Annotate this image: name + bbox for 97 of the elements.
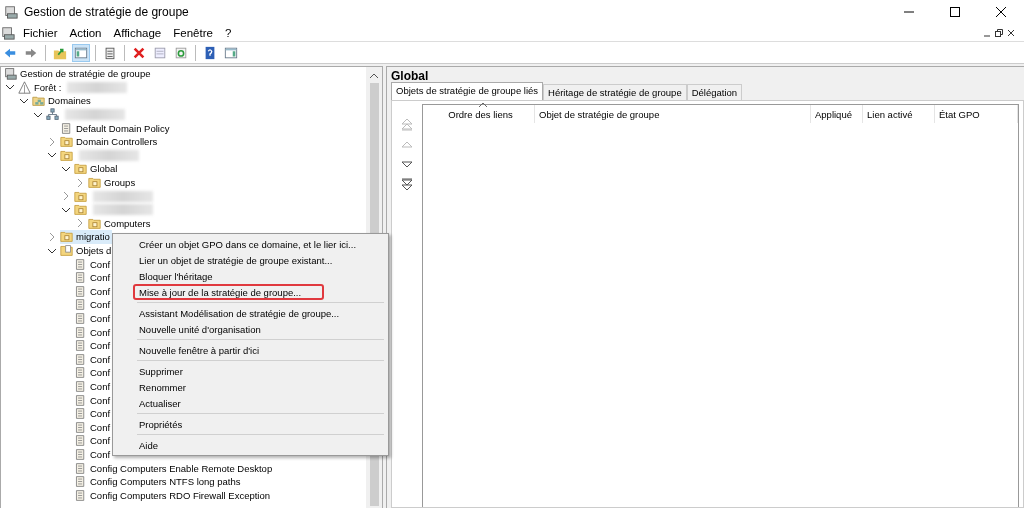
folder-document-icon bbox=[60, 244, 73, 257]
column-header[interactable]: État GPO bbox=[935, 105, 1018, 123]
tree-item[interactable]: migratio bbox=[60, 229, 112, 244]
tree-item[interactable]: Conf bbox=[74, 433, 113, 448]
tree-item[interactable]: Gestion de stratégie de groupe bbox=[4, 67, 153, 81]
tree-item[interactable]: Domaines bbox=[32, 94, 93, 108]
tree-item[interactable]: Conf bbox=[74, 420, 113, 435]
scroll-up-icon[interactable] bbox=[370, 72, 378, 78]
menu-item[interactable]: Aide bbox=[115, 437, 386, 453]
chevron-icon[interactable] bbox=[19, 96, 29, 106]
menu-item[interactable]: Affichage bbox=[107, 26, 168, 39]
menu-item[interactable]: Supprimer bbox=[115, 363, 386, 379]
menu-item[interactable]: Propriétés bbox=[115, 416, 386, 432]
tree-item[interactable]: Computers bbox=[88, 216, 153, 231]
tree-item[interactable]: Conf bbox=[74, 311, 113, 326]
document-icon bbox=[74, 257, 87, 271]
folder-icon bbox=[74, 203, 87, 217]
tree-item[interactable]: Default Domain Policy bbox=[60, 121, 172, 136]
document-icon bbox=[74, 352, 87, 366]
tree-item[interactable]: Config Computers RDO Firewall Exception bbox=[74, 488, 273, 503]
document-icon bbox=[74, 447, 87, 461]
column-header[interactable]: Lien activé bbox=[863, 105, 935, 123]
document-icon bbox=[74, 339, 87, 353]
document-icon bbox=[74, 488, 87, 502]
document-icon bbox=[74, 393, 87, 407]
folder-icon bbox=[88, 216, 101, 230]
network-icon bbox=[46, 108, 59, 122]
menu-item[interactable]: Nouvelle fenêtre à partir d'ici bbox=[115, 342, 386, 358]
folder-icon bbox=[60, 230, 73, 244]
menu-item[interactable]: Fichier bbox=[17, 26, 64, 39]
double-triangle-icon[interactable] bbox=[400, 178, 414, 192]
column-header[interactable]: Appliqué bbox=[811, 105, 863, 123]
column-header[interactable]: Ordre des liens bbox=[423, 105, 535, 123]
folder-icon bbox=[88, 176, 101, 190]
tree-item[interactable]: Conf bbox=[74, 338, 113, 353]
tree-item[interactable]: Config Computers Enable Remote Desktop bbox=[74, 461, 275, 475]
document-icon bbox=[74, 298, 87, 312]
tree-item[interactable]: Conf bbox=[74, 365, 113, 380]
tree-item[interactable]: Forêt : bbox=[18, 80, 130, 95]
menu-item[interactable]: Renommer bbox=[115, 379, 386, 395]
tree-item[interactable]: Conf bbox=[74, 325, 113, 340]
close-icon[interactable] bbox=[996, 7, 1006, 17]
folder-icon bbox=[74, 189, 87, 203]
tab[interactable]: Délégation bbox=[686, 84, 743, 100]
folder-network-icon bbox=[32, 94, 45, 108]
document-icon bbox=[74, 379, 87, 393]
tab[interactable]: Héritage de stratégie de groupe bbox=[543, 84, 687, 100]
document-icon bbox=[74, 284, 87, 298]
folder-icon bbox=[60, 135, 73, 149]
menu-item[interactable]: Nouvelle unité d'organisation bbox=[115, 321, 386, 337]
tree-item[interactable]: Conf bbox=[74, 447, 113, 462]
document-icon bbox=[74, 420, 87, 434]
tree-item[interactable]: Conf bbox=[74, 297, 113, 312]
app-icon bbox=[4, 5, 18, 19]
document-icon bbox=[74, 325, 87, 339]
tree-item[interactable]: Conf bbox=[74, 270, 113, 285]
close-icon[interactable] bbox=[1006, 27, 1016, 38]
tree-item[interactable]: Domain Controllers bbox=[60, 134, 160, 149]
document-icon bbox=[74, 271, 87, 285]
tree-item[interactable]: Conf bbox=[74, 257, 113, 272]
tree-item[interactable]: Config Computers NTFS long paths bbox=[74, 474, 243, 489]
document-icon bbox=[74, 366, 87, 380]
document-icon bbox=[74, 407, 87, 421]
tree-item[interactable]: Conf bbox=[74, 379, 113, 394]
tree-item[interactable]: Conf bbox=[74, 352, 113, 367]
menu-item[interactable]: Actualiser bbox=[115, 395, 386, 411]
menu-item[interactable]: ? bbox=[218, 26, 238, 39]
tree-item[interactable]: Conf bbox=[74, 393, 113, 408]
tree-item[interactable] bbox=[46, 107, 127, 122]
triangle-icon bbox=[18, 80, 31, 94]
menu-item[interactable]: Action bbox=[63, 26, 108, 39]
document-icon bbox=[74, 461, 87, 475]
tree-item[interactable]: Conf bbox=[74, 284, 113, 299]
menu-item[interactable]: Bloquer l'héritage bbox=[115, 268, 386, 284]
folder-icon bbox=[60, 148, 73, 162]
document-icon bbox=[74, 312, 87, 325]
tree-item[interactable]: Conf bbox=[74, 406, 113, 421]
tree-pane-icon[interactable] bbox=[72, 43, 90, 62]
menu-item[interactable]: Lier un objet de stratégie de groupe existant... bbox=[115, 252, 386, 268]
document-icon bbox=[60, 121, 73, 135]
document-icon bbox=[74, 475, 87, 489]
console-icon bbox=[4, 67, 17, 81]
folder-icon bbox=[74, 162, 87, 176]
menu-item[interactable]: Assistant Modélisation de stratégie de groupe... bbox=[115, 305, 386, 321]
menu-item[interactable]: Créer un objet GPO dans ce domaine, et le lier ici... bbox=[115, 236, 386, 252]
menu-item[interactable]: Mise à jour de la stratégie de groupe... bbox=[133, 284, 324, 300]
column-header[interactable]: Objet de stratégie de groupe bbox=[535, 105, 811, 123]
tree-item[interactable]: Objets d bbox=[60, 243, 114, 258]
window-title: Gestion de stratégie de groupe bbox=[24, 5, 190, 19]
tree-item[interactable]: Global bbox=[74, 161, 120, 176]
tab[interactable]: Objets de stratégie de groupe liés bbox=[391, 82, 544, 100]
menu-item[interactable]: Fenêtre bbox=[167, 26, 219, 39]
tree-item[interactable]: Groups bbox=[88, 175, 138, 190]
maximize-icon[interactable] bbox=[950, 7, 960, 17]
restore-icon[interactable] bbox=[994, 27, 1004, 38]
document-icon bbox=[74, 434, 87, 448]
pane-title: Global bbox=[391, 69, 430, 83]
